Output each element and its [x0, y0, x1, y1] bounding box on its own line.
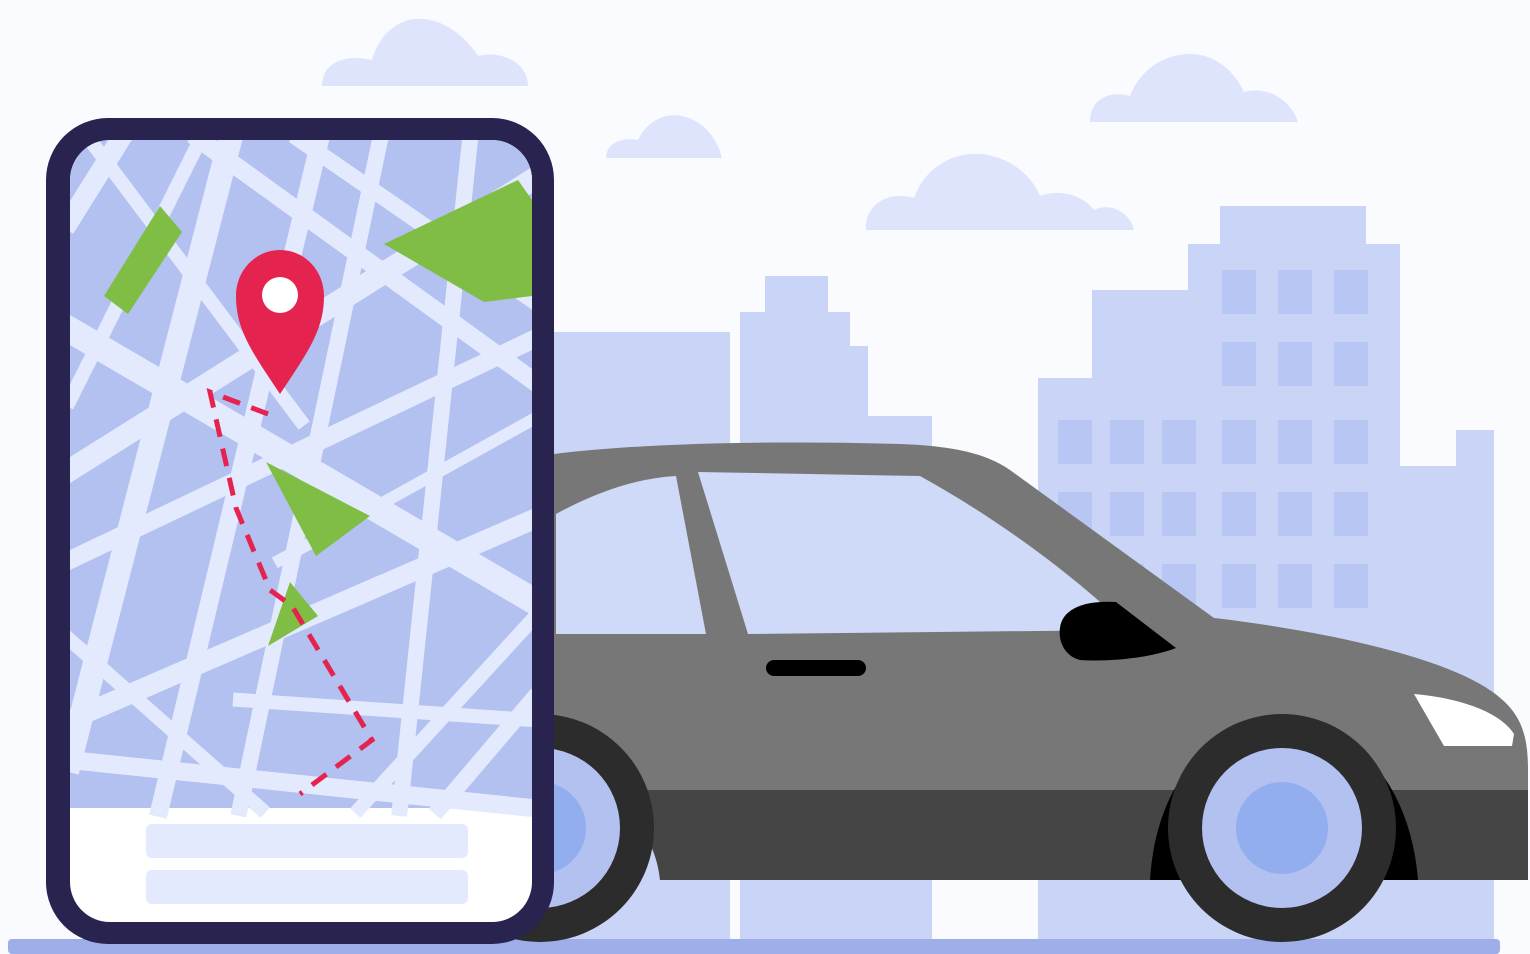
building-window [1278, 420, 1312, 464]
building-window [1162, 420, 1196, 464]
phone-info-bar [146, 824, 468, 858]
building-window [1222, 270, 1256, 314]
building-window [1058, 420, 1092, 464]
building-window [1278, 564, 1312, 608]
building-window [1222, 342, 1256, 386]
building-window [1278, 270, 1312, 314]
building-window [1222, 564, 1256, 608]
phone-info-bar [146, 870, 468, 904]
building-window [1162, 492, 1196, 536]
building-window [1222, 420, 1256, 464]
building-window [1278, 342, 1312, 386]
building-window [1334, 492, 1368, 536]
building-window [1222, 492, 1256, 536]
building-window [1334, 420, 1368, 464]
building-window [1334, 564, 1368, 608]
building-window [1110, 492, 1144, 536]
building-window [1334, 270, 1368, 314]
building-window [1334, 342, 1368, 386]
car-door-handle [766, 660, 866, 676]
map [70, 140, 532, 820]
building-window [1110, 420, 1144, 464]
front-hubcap-center [1236, 782, 1328, 874]
building-window [1278, 492, 1312, 536]
phone-screen [70, 140, 532, 922]
navigation-illustration [0, 0, 1530, 954]
phone [46, 118, 554, 944]
